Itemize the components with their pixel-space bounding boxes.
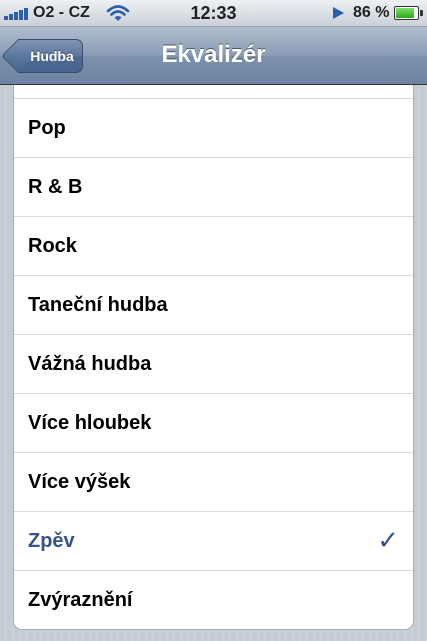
list-item-zpev[interactable]: Zpěv ✓: [14, 512, 413, 571]
list-item-vazna-hudba[interactable]: Vážná hudba: [14, 335, 413, 394]
list-item-zvyrazneni[interactable]: Zvýraznění: [14, 571, 413, 629]
list-item-label: Více hloubek: [28, 412, 152, 434]
list-item-label: Rock: [28, 235, 77, 257]
list-item-label: R & B: [28, 176, 83, 198]
play-icon: [333, 7, 344, 19]
back-button[interactable]: Hudba: [1, 39, 83, 73]
list-item-r-and-b[interactable]: R & B: [14, 158, 413, 217]
list-item-vice-hloubek[interactable]: Více hloubek: [14, 394, 413, 453]
equalizer-list: Pop R & B Rock Taneční hudba Vážná hudba…: [13, 85, 414, 630]
battery-percent: 86 %: [353, 4, 390, 21]
battery-icon: [394, 6, 423, 20]
back-button-label: Hudba: [30, 48, 74, 64]
list-item-label: Zpěv: [28, 530, 75, 552]
battery-fill: [396, 8, 415, 18]
list-item-tanecni-hudba[interactable]: Taneční hudba: [14, 276, 413, 335]
list-item-label: Více výšek: [28, 471, 131, 493]
status-bar: O2 - CZ 12:33 86 %: [0, 0, 427, 27]
list-item-partial[interactable]: [14, 85, 413, 99]
list-item-label: Taneční hudba: [28, 294, 168, 316]
list-item-vice-vysek[interactable]: Více výšek: [14, 453, 413, 512]
list-item-label: Vážná hudba: [28, 353, 152, 375]
checkmark-icon: ✓: [377, 526, 399, 556]
list-item-rock[interactable]: Rock: [14, 217, 413, 276]
list-item-label: Pop: [28, 117, 66, 139]
navigation-bar: Ekvalizér Hudba: [0, 27, 427, 85]
list-item-label: Zvýraznění: [28, 589, 133, 611]
list-item-pop[interactable]: Pop: [14, 99, 413, 158]
